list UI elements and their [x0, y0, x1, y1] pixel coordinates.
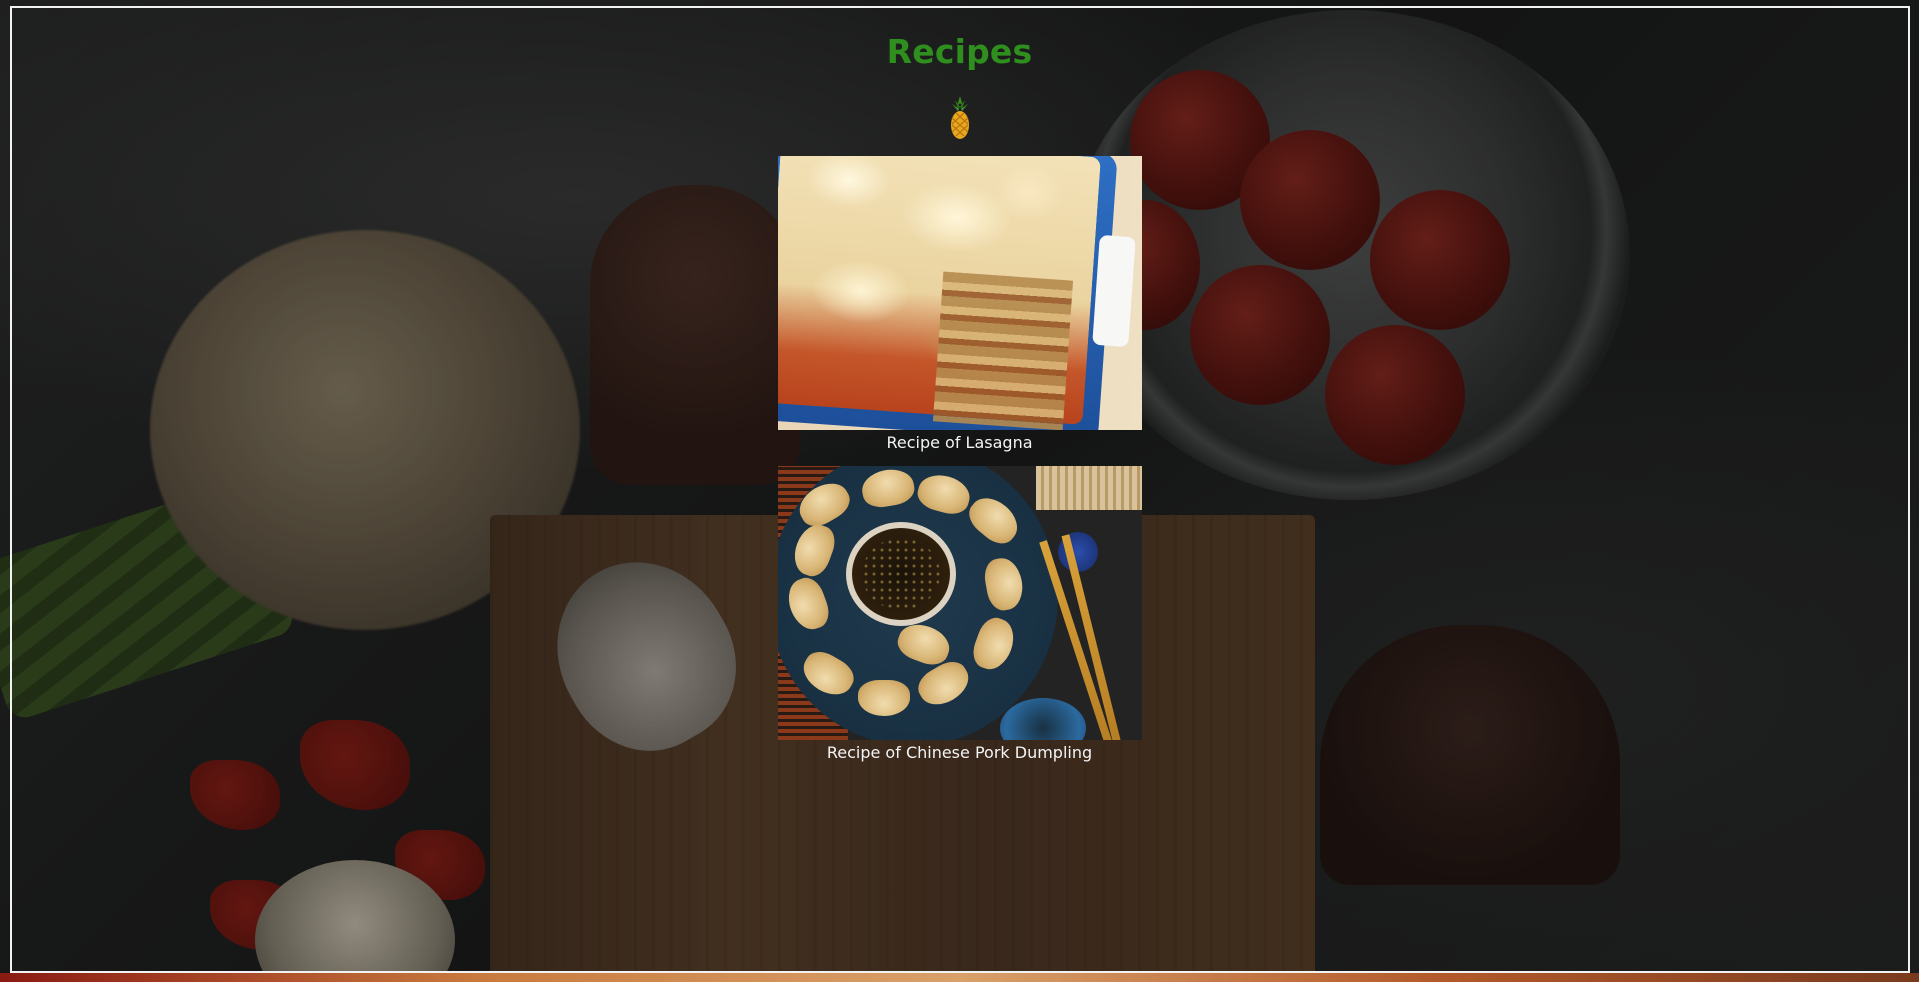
recipe-card[interactable]: Recipe of Lasagna	[777, 156, 1142, 454]
bottom-image-strip	[0, 973, 1919, 982]
recipe-card[interactable]: Recipe of Chinese Pork Dumpling	[777, 466, 1142, 764]
recipes-page: Recipes Recipe of Lasagna Recipe of Chin…	[0, 0, 1919, 764]
page-title: Recipes	[886, 32, 1033, 71]
recipe-caption[interactable]: Recipe of Chinese Pork Dumpling	[827, 742, 1092, 764]
recipe-caption[interactable]: Recipe of Lasagna	[886, 432, 1032, 454]
pineapple-icon	[948, 94, 972, 142]
dumpling-photo[interactable]	[777, 466, 1142, 740]
lasagna-photo[interactable]	[777, 156, 1142, 430]
